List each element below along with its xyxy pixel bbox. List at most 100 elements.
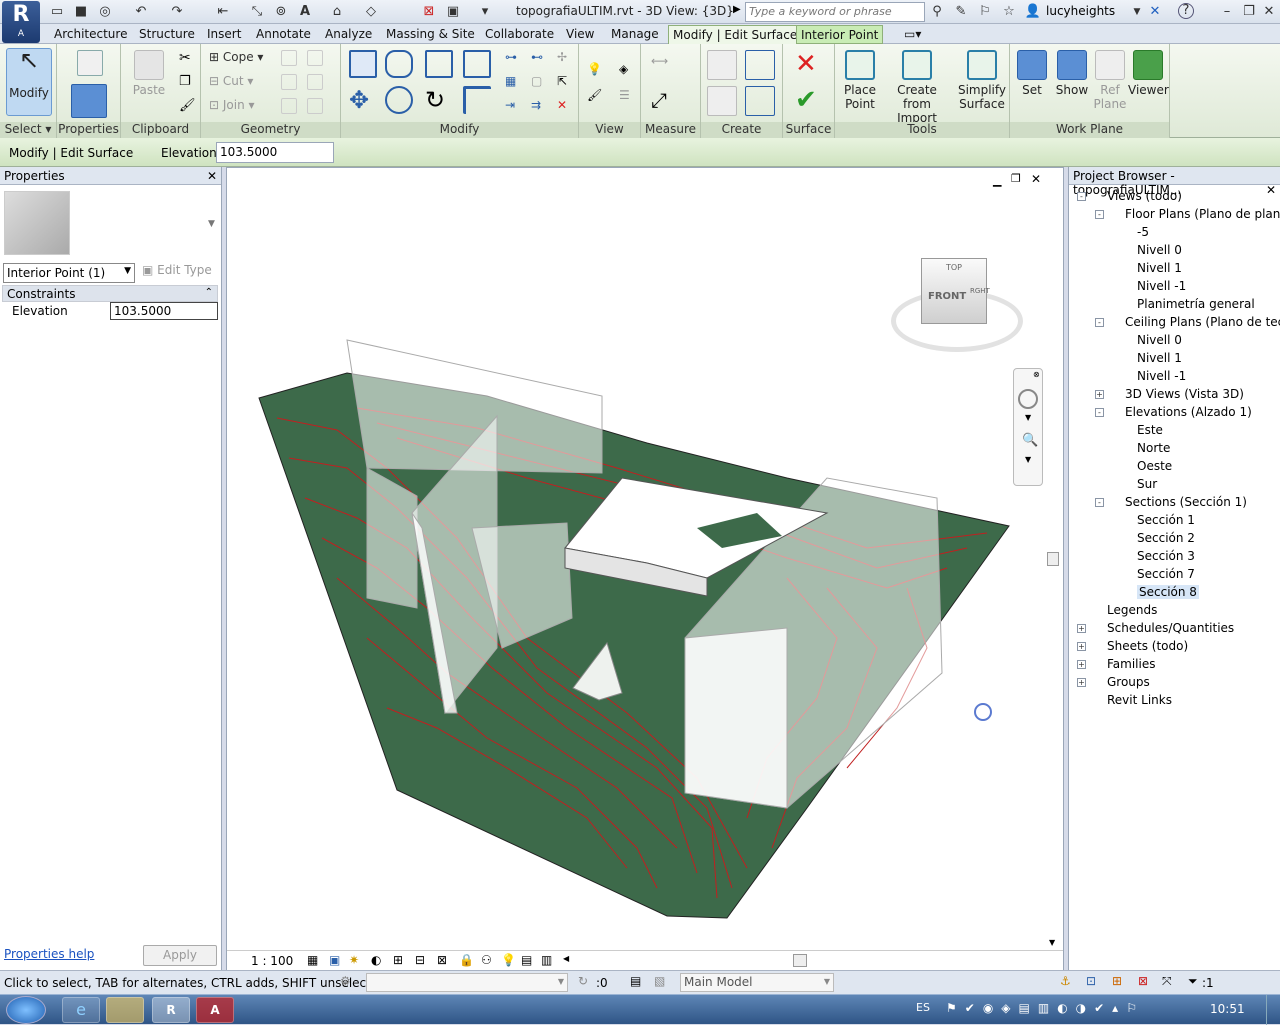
tab-massing-site[interactable]: Massing & Site [382, 25, 479, 44]
browser-item[interactable]: Sections (Sección 1) [1125, 495, 1247, 509]
language-indicator[interactable]: ES [916, 1001, 930, 1014]
browser-item[interactable]: Sección 8 [1137, 585, 1199, 599]
demolish-icon[interactable] [307, 74, 323, 90]
select-underlay-icon[interactable]: ⊡ [1086, 974, 1096, 988]
scrollbar-thumb[interactable] [1047, 552, 1059, 566]
browser-item[interactable]: Ceiling Plans (Plano de techo) [1125, 315, 1280, 329]
workset-dropdown[interactable]: ▼ [366, 973, 568, 992]
show-desktop-button[interactable] [1266, 995, 1280, 1025]
tree-expand-toggle[interactable]: + [1077, 678, 1086, 687]
exclude-options-icon[interactable]: ▧ [654, 974, 665, 988]
taskbar-acrobat-icon[interactable]: A [196, 997, 234, 1023]
section-icon[interactable]: ◇ [362, 3, 380, 21]
close-hidden-icon[interactable]: ⊠ [420, 3, 438, 21]
worksets-icon[interactable]: ⚙ [340, 974, 351, 988]
tab-collaborate[interactable]: Collaborate [481, 25, 558, 44]
sun-path-icon[interactable]: ✷ [349, 953, 359, 967]
properties-icon[interactable] [71, 84, 107, 118]
split-gap-icon[interactable]: ⊷ [531, 50, 547, 66]
modify-button[interactable]: ↖ Modify [6, 48, 52, 116]
tab-annotate[interactable]: Annotate [252, 25, 315, 44]
move-icon[interactable]: ✥ [349, 86, 377, 114]
match-properties-icon[interactable]: 🖌 [179, 98, 196, 114]
ref-plane-button[interactable]: Ref Plane [1092, 50, 1128, 111]
split-icon[interactable]: ⊶ [505, 50, 521, 66]
lock-view-icon[interactable]: 🔒 [459, 953, 474, 967]
3d-view-canvas[interactable]: ▁ ❐ ✕ TOP FRONT RGHT ⊗ ▼ 🔍 ▼ ▼ 1: 100 ▦… [226, 167, 1064, 970]
vertical-scrollbar[interactable]: ▼ [1045, 180, 1061, 950]
dimension-icon[interactable]: ⤡ [248, 3, 266, 21]
filter-icon[interactable]: ⏷ [1188, 974, 1198, 989]
taskbar-ie-icon[interactable]: e [62, 997, 100, 1023]
analysis-icon[interactable]: ▤ [521, 953, 532, 967]
browser-item[interactable]: Legends [1107, 603, 1157, 617]
align-icon[interactable] [349, 50, 377, 78]
clock[interactable]: 10:51 [1210, 1002, 1245, 1016]
design-options-icon[interactable]: ▤ [630, 974, 641, 988]
3d-view-icon[interactable]: ⌂ [328, 3, 346, 21]
create-parts-icon[interactable] [745, 50, 775, 80]
tree-expand-toggle[interactable]: + [1095, 390, 1104, 399]
tab-interior-point[interactable]: Interior Point [796, 25, 884, 44]
browser-item[interactable]: Nivell -1 [1137, 279, 1186, 293]
browser-item[interactable]: Sección 1 [1137, 513, 1195, 527]
copy-icon[interactable]: ❐ [179, 74, 195, 90]
select-pinned-icon[interactable]: ⊞ [1112, 974, 1122, 988]
scroll-down-icon[interactable]: ▼ [1049, 938, 1055, 947]
tree-expand-toggle[interactable]: - [1095, 210, 1104, 219]
constraints-icon[interactable]: ▥ [541, 953, 552, 967]
extend-icon[interactable]: ⇉ [531, 98, 547, 114]
redo-icon[interactable]: ↷ [168, 3, 186, 21]
app-menu-button[interactable]: R A [2, 1, 40, 43]
mirror-draw-icon[interactable] [463, 50, 491, 78]
tree-expand-toggle[interactable]: - [1077, 192, 1086, 201]
offset-icon[interactable] [385, 50, 413, 78]
create-group-icon[interactable] [707, 86, 737, 116]
measure-between-icon[interactable]: ⟷ [651, 54, 687, 70]
viewcube[interactable]: TOP FRONT RGHT [891, 258, 1023, 354]
browser-item[interactable]: Elevations (Alzado 1) [1125, 405, 1252, 419]
binoculars-icon[interactable]: ⚲ [928, 3, 946, 21]
rotate-icon[interactable]: ↻ [425, 86, 453, 114]
detail-level-icon[interactable]: ▦ [307, 953, 318, 967]
restore-icon[interactable]: ❐ [1240, 3, 1258, 21]
communication-icon[interactable]: ⚐ [976, 3, 994, 21]
browser-item[interactable]: Groups [1107, 675, 1150, 689]
view-scale[interactable]: 1 : 100 [251, 954, 293, 968]
tray-icons[interactable]: ⚑✔◉◈▤▥◐◑✔▴⚐ [946, 1001, 1145, 1015]
apply-button[interactable]: Apply [143, 945, 217, 966]
tag-icon[interactable]: ⊚ [272, 3, 290, 21]
browser-item[interactable]: Floor Plans (Plano de planta) [1125, 207, 1280, 221]
user-name[interactable]: lucyheights [1046, 4, 1115, 18]
search-input[interactable]: Type a keyword or phrase [745, 2, 925, 22]
steering-wheel-icon[interactable] [1018, 389, 1038, 409]
override-graphics-icon[interactable]: 🖌 [587, 88, 603, 104]
drag-elements-icon[interactable]: ⤧ [1162, 974, 1172, 989]
browser-item[interactable]: Nivell 1 [1137, 351, 1182, 365]
select-by-face-icon[interactable]: ⊠ [1138, 974, 1148, 988]
nav-wheel-target-icon[interactable] [974, 703, 992, 721]
minimize-icon[interactable]: – [1218, 3, 1236, 21]
taskbar-explorer-icon[interactable] [106, 997, 144, 1023]
undo-icon[interactable]: ↶ [132, 3, 150, 21]
open-icon[interactable]: ▭ [48, 3, 66, 21]
switch-windows-icon[interactable]: ▣ [444, 3, 462, 21]
hammer-icon[interactable] [307, 98, 323, 114]
subscription-icon[interactable]: ✎ [952, 3, 970, 21]
browser-item[interactable]: Nivell 0 [1137, 243, 1182, 257]
browser-item[interactable]: Sección 2 [1137, 531, 1195, 545]
zoom-icon[interactable]: 🔍 [1022, 433, 1038, 448]
browser-item[interactable]: Norte [1137, 441, 1170, 455]
join-button[interactable]: ⊡ Join ▾ [209, 98, 255, 112]
linework-icon[interactable]: ☰ [619, 88, 635, 104]
place-point-button[interactable]: Place Point [839, 50, 881, 111]
browser-item[interactable]: Planimetría general [1137, 297, 1255, 311]
cut-geometry-button[interactable]: ⊟ Cut ▾ [209, 74, 253, 88]
scale-icon[interactable]: ▢ [531, 74, 547, 90]
browser-item[interactable]: Schedules/Quantities [1107, 621, 1234, 635]
beam-join-icon[interactable] [281, 98, 297, 114]
type-dropdown-arrow-icon[interactable]: ▼ [208, 219, 215, 229]
taskbar-revit-icon[interactable]: R [152, 997, 190, 1023]
model-dropdown[interactable]: Main Model ▼ [680, 973, 834, 992]
browser-item[interactable]: -5 [1137, 225, 1149, 239]
